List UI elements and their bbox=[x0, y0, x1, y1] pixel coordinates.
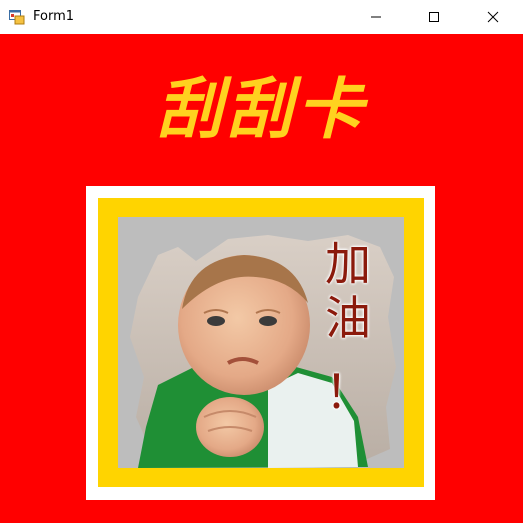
scratch-char-1: 加 bbox=[325, 237, 371, 291]
client-area: 刮刮卡 加 油 ！ bbox=[0, 34, 523, 523]
close-button[interactable] bbox=[470, 0, 516, 34]
minimize-button[interactable] bbox=[353, 0, 399, 34]
minimize-icon bbox=[371, 16, 381, 18]
scratch-message: 加 油 ！ bbox=[316, 237, 380, 419]
scratch-char-2: 油 bbox=[325, 291, 371, 345]
maximize-icon bbox=[429, 12, 439, 22]
form-window: Form1 刮刮卡 加 油 ！ bbox=[0, 0, 523, 523]
scratch-area[interactable]: 加 油 ！ bbox=[118, 217, 404, 468]
scratch-char-3: ！ bbox=[325, 365, 371, 419]
card-title: 刮刮卡 bbox=[156, 71, 367, 148]
app-form-icon bbox=[9, 9, 25, 25]
close-icon bbox=[487, 11, 499, 23]
maximize-button[interactable] bbox=[411, 0, 457, 34]
window-title: Form1 bbox=[33, 9, 75, 24]
title-bar[interactable]: Form1 bbox=[0, 0, 523, 34]
